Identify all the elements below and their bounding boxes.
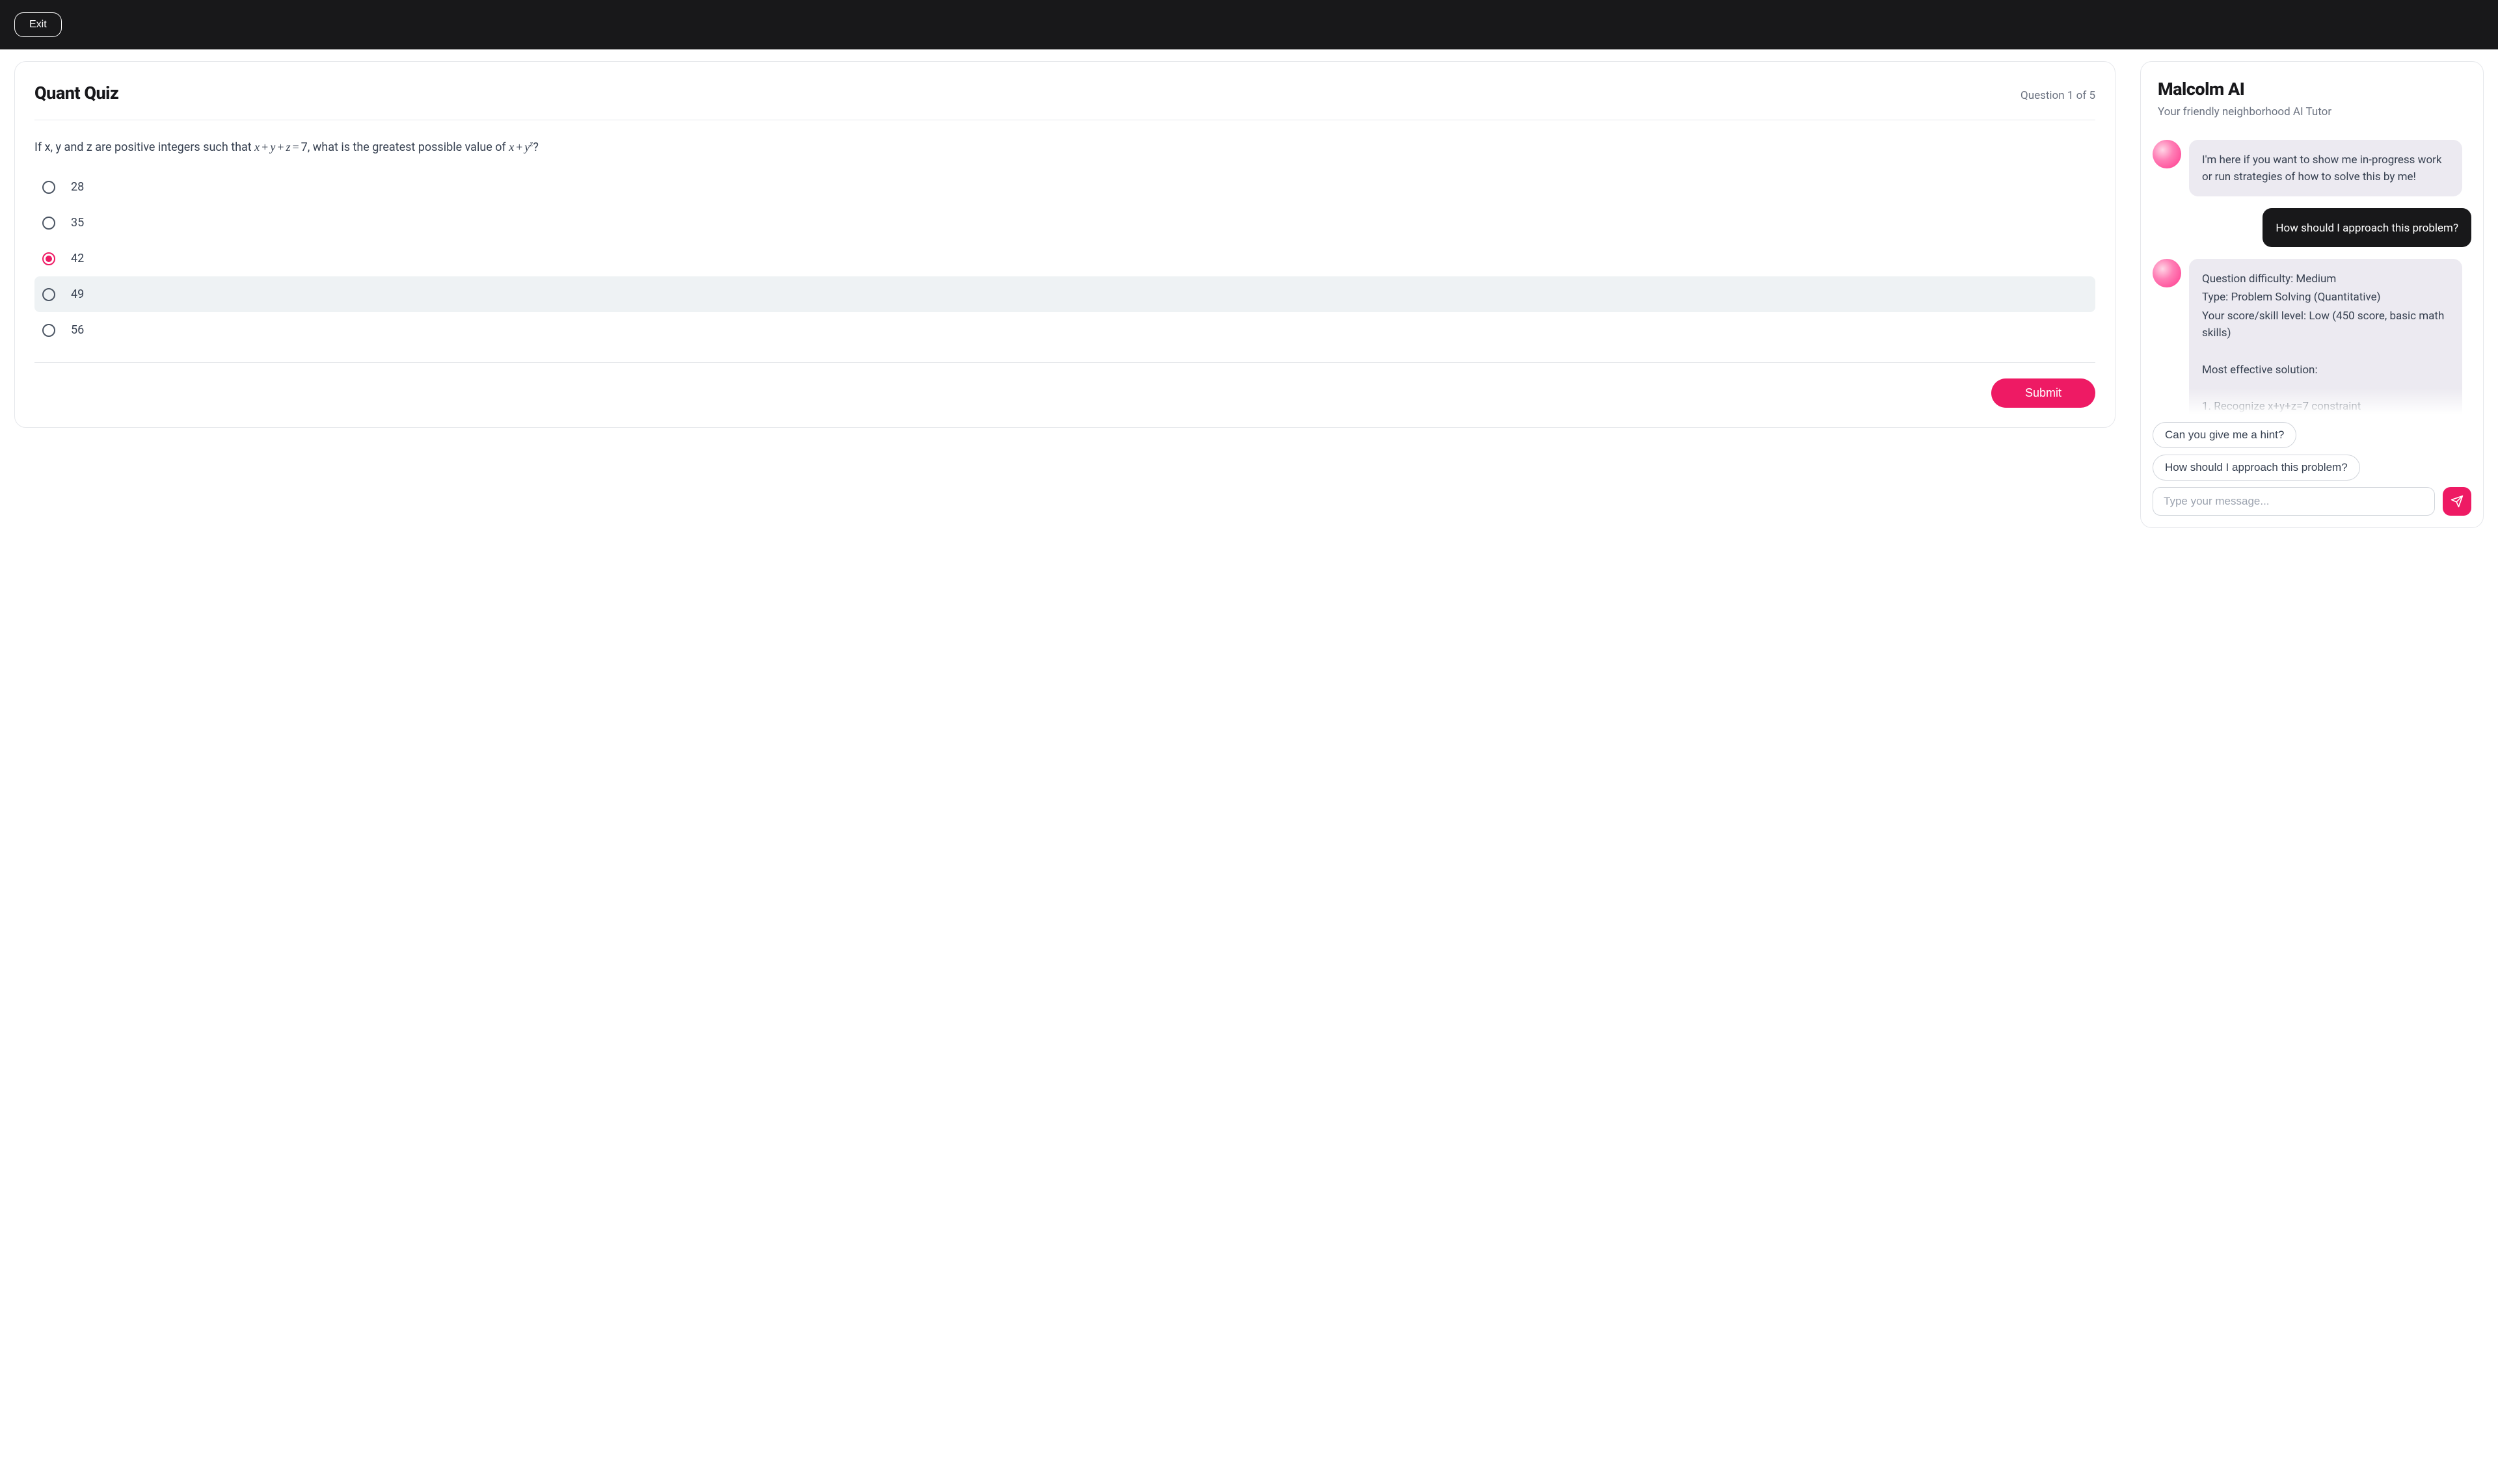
suggestion-list: Can you give me a hint? How should I appr… bbox=[2153, 422, 2471, 481]
suggestion-chip[interactable]: How should I approach this problem? bbox=[2153, 455, 2360, 481]
question-suffix: , what is the greatest possible value of bbox=[308, 140, 509, 154]
option-row[interactable]: 56 bbox=[34, 312, 2095, 348]
chat-scroll[interactable]: I'm here if you want to show me in-progr… bbox=[2141, 126, 2483, 414]
chat-line: Most effective solution: bbox=[2202, 362, 2449, 378]
submit-button[interactable]: Submit bbox=[1991, 378, 2095, 408]
quiz-card: Quant Quiz Question 1 of 5 If x, y and z… bbox=[14, 61, 2115, 428]
option-label: 49 bbox=[71, 285, 84, 303]
tutor-panel: Malcolm AI Your friendly neighborhood AI… bbox=[2140, 61, 2484, 528]
tutor-header: Malcolm AI Your friendly neighborhood AI… bbox=[2141, 62, 2483, 126]
chat-message-user: How should I approach this problem? bbox=[2153, 208, 2471, 247]
quiz-progress: Question 1 of 5 bbox=[2021, 88, 2095, 105]
option-label: 42 bbox=[71, 250, 84, 267]
exit-button[interactable]: Exit bbox=[14, 12, 62, 37]
chat-input-area: Can you give me a hint? How should I appr… bbox=[2141, 414, 2483, 527]
chat-line: I'm here if you want to show me in-progr… bbox=[2202, 152, 2449, 186]
radio-icon bbox=[42, 181, 55, 194]
chat-line: Type: Problem Solving (Quantitative) bbox=[2202, 289, 2449, 306]
chat-message-ai: I'm here if you want to show me in-progr… bbox=[2153, 140, 2471, 196]
radio-icon bbox=[42, 252, 55, 265]
chat-line bbox=[2202, 343, 2449, 360]
tutor-subtitle: Your friendly neighborhood AI Tutor bbox=[2158, 104, 2466, 121]
quiz-header: Quant Quiz Question 1 of 5 bbox=[34, 80, 2095, 120]
send-button[interactable] bbox=[2443, 487, 2471, 516]
quiz-title: Quant Quiz bbox=[34, 80, 118, 107]
equation-xyz: x+y+z= bbox=[254, 140, 301, 153]
chat-line: 1. Recognize x+y+z=7 constraint bbox=[2202, 398, 2449, 414]
input-row bbox=[2153, 487, 2471, 516]
option-row[interactable]: 35 bbox=[34, 205, 2095, 241]
radio-icon bbox=[42, 288, 55, 301]
radio-icon bbox=[42, 217, 55, 230]
equation-xyz-exp: x+yz bbox=[509, 140, 533, 153]
chat-line: Question difficulty: Medium bbox=[2202, 271, 2449, 287]
main-layout: Quant Quiz Question 1 of 5 If x, y and z… bbox=[0, 49, 2498, 540]
chat-line: How should I approach this problem? bbox=[2276, 220, 2458, 237]
topbar: Exit bbox=[0, 0, 2498, 49]
chat-input[interactable] bbox=[2153, 487, 2435, 516]
question-tail: ? bbox=[533, 140, 539, 154]
options-list: 28 35 42 49 56 bbox=[34, 169, 2095, 348]
option-label: 28 bbox=[71, 178, 84, 196]
chat-bubble: Question difficulty: Medium Type: Problem… bbox=[2189, 259, 2462, 414]
chat-bubble: How should I approach this problem? bbox=[2263, 208, 2471, 247]
radio-icon bbox=[42, 324, 55, 337]
option-label: 35 bbox=[71, 214, 84, 232]
avatar bbox=[2153, 259, 2181, 287]
equation-constant: 7 bbox=[301, 140, 308, 154]
tutor-title: Malcolm AI bbox=[2158, 76, 2466, 103]
question-text: If x, y and z are positive integers such… bbox=[34, 120, 2095, 170]
question-prefix: If x, y and z are positive integers such… bbox=[34, 140, 254, 154]
option-row[interactable]: 49 bbox=[34, 276, 2095, 312]
suggestion-chip[interactable]: Can you give me a hint? bbox=[2153, 422, 2296, 448]
option-label: 56 bbox=[71, 321, 84, 339]
chat-message-ai: Question difficulty: Medium Type: Problem… bbox=[2153, 259, 2471, 414]
option-row[interactable]: 42 bbox=[34, 241, 2095, 276]
option-row[interactable]: 28 bbox=[34, 169, 2095, 205]
send-icon bbox=[2451, 495, 2464, 508]
chat-line: Your score/skill level: Low (450 score, … bbox=[2202, 308, 2449, 342]
avatar bbox=[2153, 140, 2181, 168]
chat-line bbox=[2202, 380, 2449, 397]
chat-bubble: I'm here if you want to show me in-progr… bbox=[2189, 140, 2462, 196]
quiz-footer: Submit bbox=[34, 362, 2095, 408]
